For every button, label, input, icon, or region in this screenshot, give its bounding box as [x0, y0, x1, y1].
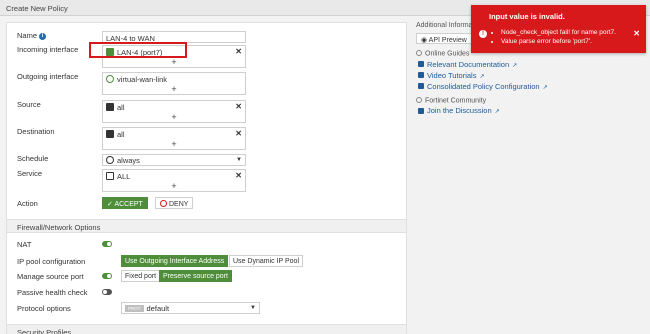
join-discussion-link[interactable]: Join the Discussion ↗: [418, 106, 646, 115]
policy-form-panel: Name i LAN-4 to WAN Incoming interface LA…: [6, 22, 407, 334]
nat-toggle[interactable]: [102, 241, 112, 247]
network-port-icon: [106, 48, 114, 56]
protocol-select[interactable]: PROT default ▼: [121, 302, 260, 314]
accept-button[interactable]: ✓ ACCEPT: [102, 197, 148, 209]
add-source-button[interactable]: +: [103, 113, 245, 122]
outgoing-value: virtual-wan-link: [117, 75, 168, 84]
use-outgoing-interface-button[interactable]: Use Outgoing Interface Address: [121, 255, 229, 267]
manage-port-label: Manage source port: [17, 272, 84, 281]
relevant-documentation-link[interactable]: Relevant Documentation ↗: [418, 60, 646, 69]
address-icon: [106, 103, 114, 111]
document-icon: [418, 61, 424, 67]
error-toast: Input value is invalid. ! Node_check_obj…: [471, 5, 646, 53]
community-icon: [416, 96, 422, 103]
source-value: all: [117, 103, 125, 112]
incoming-interface-field[interactable]: LAN-4 (port7) ✕ +: [102, 45, 246, 68]
external-link-icon: ↗: [494, 109, 500, 115]
schedule-value: always: [117, 156, 140, 165]
info-icon[interactable]: i: [39, 32, 47, 40]
video-icon: [418, 72, 424, 78]
outgoing-interface-field[interactable]: virtual-wan-link +: [102, 72, 246, 95]
chevron-down-icon: ▼: [250, 305, 256, 311]
protocol-badge: PROT: [125, 305, 144, 312]
passive-toggle[interactable]: [102, 289, 112, 295]
nat-label: NAT: [17, 240, 32, 249]
clock-icon: [106, 156, 114, 164]
address-icon: [106, 130, 114, 138]
fixed-port-button[interactable]: Fixed port: [121, 270, 161, 282]
toast-message: Value parse error before 'port7'.: [501, 38, 616, 47]
destination-field[interactable]: all ✕ +: [102, 127, 246, 150]
service-label: Service: [17, 169, 43, 178]
external-link-icon: ↗: [512, 62, 518, 69]
name-label: Name i: [17, 31, 47, 40]
consolidated-policy-link[interactable]: Consolidated Policy Configuration ↗: [418, 82, 646, 91]
protocol-value: default: [146, 304, 170, 313]
remove-destination-icon[interactable]: ✕: [235, 129, 242, 138]
deny-icon: [160, 200, 167, 207]
deny-button[interactable]: DENY: [155, 197, 194, 209]
close-icon[interactable]: ✕: [633, 29, 640, 38]
schedule-select[interactable]: always ▼: [102, 154, 246, 166]
document-icon: [418, 83, 424, 89]
sdwan-icon: [106, 75, 114, 83]
source-label: Source: [17, 100, 41, 109]
manage-port-toggle[interactable]: [102, 273, 112, 279]
error-icon: !: [479, 30, 487, 38]
passive-label: Passive health check: [17, 288, 88, 297]
incoming-value: LAN-4 (port7): [117, 48, 163, 57]
preserve-source-port-button[interactable]: Preserve source port: [159, 270, 232, 282]
chevron-down-icon: ▼: [236, 157, 242, 163]
action-label: Action: [17, 199, 38, 208]
accept-label: ACCEPT: [114, 201, 143, 208]
incoming-label: Incoming interface: [17, 45, 79, 54]
remove-service-icon[interactable]: ✕: [235, 171, 242, 180]
security-profiles-header: Security Profiles: [7, 324, 406, 334]
service-field[interactable]: ALL ✕ +: [102, 169, 246, 192]
deny-label: DENY: [169, 201, 189, 208]
add-destination-button[interactable]: +: [103, 140, 245, 149]
add-service-button[interactable]: +: [103, 182, 245, 191]
schedule-label: Schedule: [17, 154, 49, 163]
add-incoming-button[interactable]: +: [103, 58, 245, 67]
api-preview-label: API Preview: [428, 37, 467, 44]
use-dynamic-ip-pool-button[interactable]: Use Dynamic IP Pool: [229, 255, 304, 267]
service-value: ALL: [117, 172, 131, 181]
remove-incoming-icon[interactable]: ✕: [235, 47, 242, 56]
source-field[interactable]: all ✕ +: [102, 100, 246, 123]
destination-value: all: [117, 130, 125, 139]
video-tutorials-link[interactable]: Video Tutorials ↗: [418, 71, 646, 80]
external-link-icon: ↗: [479, 73, 485, 80]
remove-source-icon[interactable]: ✕: [235, 102, 242, 111]
community-heading: Fortinet Community: [416, 96, 646, 104]
toast-title: Input value is invalid.: [489, 12, 565, 21]
ip-pool-label: IP pool configuration: [17, 257, 86, 266]
firewall-section-header: Firewall/Network Options: [7, 219, 406, 233]
protocol-label: Protocol options: [17, 304, 71, 313]
chat-icon: [418, 107, 424, 114]
toast-message: Node_check_object fail! for name port7.: [501, 29, 616, 38]
destination-label: Destination: [17, 127, 55, 136]
api-preview-button[interactable]: ◉ API Preview: [416, 33, 472, 44]
outgoing-label: Outgoing interface: [17, 72, 79, 81]
name-input[interactable]: LAN-4 to WAN: [102, 31, 246, 43]
service-icon: [106, 172, 114, 180]
add-outgoing-button[interactable]: +: [103, 85, 245, 94]
external-link-icon: ↗: [542, 84, 548, 91]
eye-icon: ◉: [421, 37, 429, 44]
toast-messages: Node_check_object fail! for name port7. …: [501, 29, 616, 46]
question-icon: [416, 50, 422, 56]
